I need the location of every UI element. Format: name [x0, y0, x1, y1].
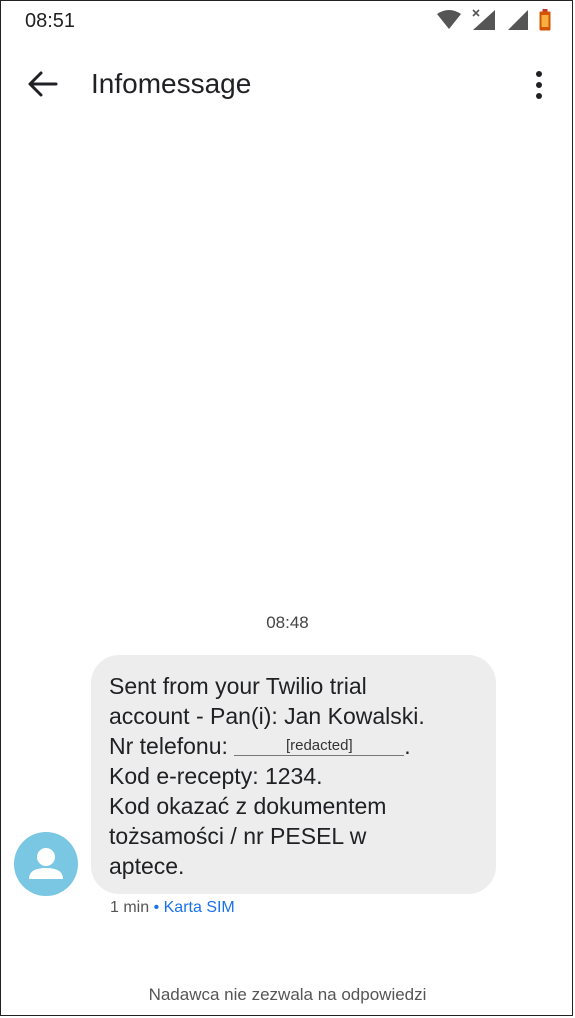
- battery-icon: [539, 9, 551, 31]
- meta-separator: •: [149, 899, 164, 916]
- message-line: account - Pan(i): Jan Kowalski.: [109, 703, 425, 729]
- conversation-title: Infomessage: [91, 68, 252, 99]
- redacted-phone: [redacted]: [234, 737, 405, 756]
- no-reply-notice: Nadawca nie zezwala na odpowiedzi: [148, 985, 427, 1004]
- phone-label: Nr telefonu:: [109, 733, 235, 759]
- arrow-back-icon: [28, 71, 58, 97]
- message-timestamp: 08:48: [266, 613, 309, 632]
- message-line: Kod e-recepty: 1234.: [109, 763, 323, 789]
- message-meta: 1 min • Karta SIM: [110, 899, 235, 917]
- message-line-phone: Nr telefonu: [redacted].: [109, 731, 478, 761]
- more-options-button[interactable]: [527, 68, 551, 102]
- status-bar: 08:51: [0, 0, 575, 44]
- sim-label: Karta SIM: [163, 899, 235, 916]
- message-line: Sent from your Twilio trial: [109, 673, 367, 699]
- phone-suffix: .: [404, 733, 411, 759]
- message-bubble[interactable]: Sent from your Twilio trial account - Pa…: [91, 655, 496, 894]
- wifi-icon: [437, 10, 461, 29]
- signal-icon: [508, 10, 528, 30]
- signal-x-icon: [472, 9, 495, 30]
- status-icons: [437, 8, 551, 32]
- back-button[interactable]: [26, 68, 66, 100]
- message-line: aptece.: [109, 853, 185, 879]
- message-line: Kod okazać z dokumentem: [109, 793, 387, 819]
- more-vert-icon: [536, 71, 542, 99]
- message-line: tożsamości / nr PESEL w: [109, 823, 367, 849]
- app-bar: Infomessage: [0, 56, 575, 112]
- sender-avatar[interactable]: [14, 832, 78, 896]
- status-time: 08:51: [25, 10, 76, 32]
- message-age: 1 min: [110, 899, 150, 916]
- person-icon: [29, 848, 63, 879]
